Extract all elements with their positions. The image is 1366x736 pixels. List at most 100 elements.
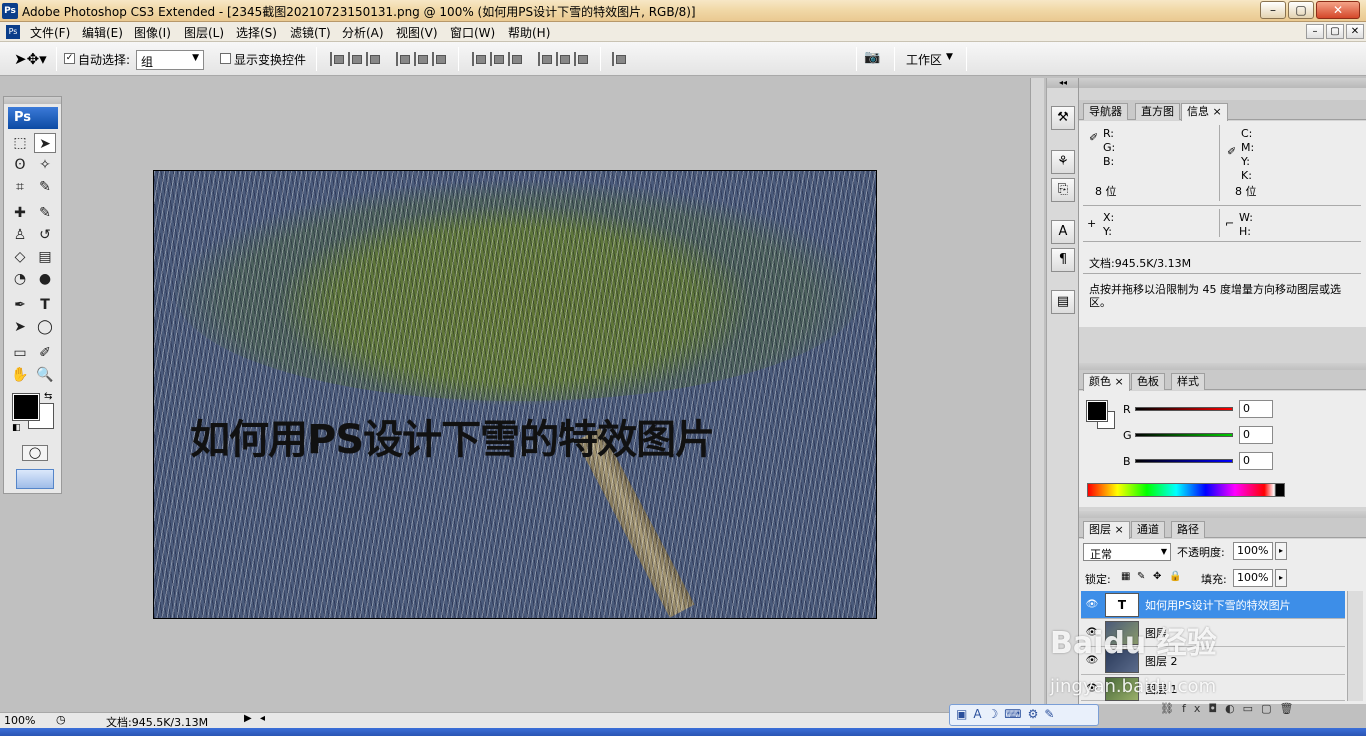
new-layer-icon[interactable]: ▢: [1261, 702, 1279, 715]
shape-tool-icon[interactable]: ◯: [34, 317, 56, 337]
opacity-input[interactable]: 100%: [1233, 542, 1273, 560]
align-left-icon[interactable]: [396, 52, 410, 66]
lock-pixels-icon[interactable]: ✎: [1137, 571, 1145, 582]
foreground-color-swatch[interactable]: [1086, 400, 1108, 422]
path-select-tool-icon[interactable]: ➤: [9, 317, 31, 337]
add-mask-icon[interactable]: ◘: [1208, 702, 1225, 715]
distribute-right-icon[interactable]: [574, 52, 588, 66]
healing-brush-icon[interactable]: ✚: [9, 203, 31, 223]
tab-histogram[interactable]: 直方图: [1135, 103, 1180, 120]
type-tool-icon[interactable]: T: [34, 295, 56, 315]
brushes-icon[interactable]: ⚘: [1051, 150, 1075, 174]
clone-source-icon[interactable]: ⎘: [1051, 178, 1075, 202]
trash-icon[interactable]: 🗑: [1279, 702, 1301, 715]
close-icon[interactable]: ×: [1115, 375, 1124, 388]
gradient-tool-icon[interactable]: ▤: [34, 247, 56, 267]
notes-tool-icon[interactable]: ▭: [9, 343, 31, 363]
dodge-tool-icon[interactable]: ●: [34, 269, 56, 289]
paragraph-icon[interactable]: ¶: [1051, 248, 1075, 272]
red-slider[interactable]: [1135, 407, 1233, 411]
quick-mask-icon[interactable]: ◯: [22, 445, 48, 461]
move-tool-preset-icon[interactable]: ➤✥▾: [14, 50, 47, 68]
magic-wand-tool-icon[interactable]: ✧: [34, 155, 56, 175]
bridge-icon[interactable]: 📷: [864, 50, 886, 68]
red-value-input[interactable]: 0: [1239, 400, 1273, 418]
lock-position-icon[interactable]: ✥: [1153, 571, 1161, 582]
lock-transparency-icon[interactable]: ▦: [1121, 571, 1130, 582]
brush-tool-icon[interactable]: ✎: [34, 203, 56, 223]
lasso-tool-icon[interactable]: ʘ: [9, 155, 31, 175]
close-button[interactable]: ✕: [1316, 1, 1360, 19]
document-icon[interactable]: Ps: [6, 25, 20, 39]
tab-info[interactable]: 信息 ×: [1181, 103, 1228, 121]
green-slider[interactable]: [1135, 433, 1233, 437]
clone-stamp-icon[interactable]: ♙: [9, 225, 31, 245]
marquee-tool-icon[interactable]: ⬚: [9, 133, 31, 153]
character-icon[interactable]: A: [1051, 220, 1075, 244]
dock-scroll-strip[interactable]: [1030, 78, 1044, 704]
opacity-arrow-icon[interactable]: ▸: [1275, 542, 1287, 560]
maximize-button[interactable]: ▢: [1288, 1, 1314, 19]
eraser-tool-icon[interactable]: ◇: [9, 247, 31, 267]
menu-window[interactable]: 窗口(W): [450, 24, 495, 41]
distribute-top-icon[interactable]: [472, 52, 486, 66]
panel-dock-header[interactable]: [1079, 78, 1366, 88]
collapse-icon[interactable]: ◂◂: [1047, 78, 1079, 88]
zoom-level[interactable]: 100%: [4, 714, 35, 727]
tab-color[interactable]: 颜色 ×: [1083, 373, 1130, 391]
toolbox-grip[interactable]: [4, 97, 61, 104]
fill-input[interactable]: 100%: [1233, 569, 1273, 587]
screen-mode-icon[interactable]: [16, 469, 54, 489]
align-right-icon[interactable]: [432, 52, 446, 66]
doc-close-button[interactable]: ✕: [1346, 24, 1364, 39]
blue-slider[interactable]: [1135, 459, 1233, 463]
history-brush-icon[interactable]: ↺: [34, 225, 56, 245]
tab-channels[interactable]: 通道: [1131, 521, 1165, 538]
hand-tool-icon[interactable]: ✋: [9, 365, 31, 385]
scroll-left-icon[interactable]: ◂: [260, 713, 265, 724]
blur-tool-icon[interactable]: ◔: [9, 269, 31, 289]
auto-select-checkbox[interactable]: ✓: [64, 53, 75, 64]
move-tool-icon[interactable]: ➤: [34, 133, 56, 153]
layers-scrollbar[interactable]: [1347, 591, 1363, 701]
ime-toolbar[interactable]: ▣A☽⌨⚙✎: [949, 704, 1099, 726]
workspace-menu[interactable]: 工作区: [906, 51, 942, 68]
menu-help[interactable]: 帮助(H): [508, 24, 550, 41]
fill-arrow-icon[interactable]: ▸: [1275, 569, 1287, 587]
eye-icon[interactable]: 👁: [1085, 599, 1099, 610]
tab-paths[interactable]: 路径: [1171, 521, 1205, 538]
distribute-bottom-icon[interactable]: [508, 52, 522, 66]
menu-view[interactable]: 视图(V): [396, 24, 438, 41]
lock-all-icon[interactable]: 🔒: [1169, 571, 1181, 582]
tool-presets-icon[interactable]: ⚒: [1051, 106, 1075, 130]
align-vcenter-icon[interactable]: [348, 52, 362, 66]
new-group-icon[interactable]: ▭: [1243, 702, 1261, 715]
layer-row[interactable]: 👁 T 如何用PS设计下雪的特效图片: [1081, 591, 1345, 619]
distribute-left-icon[interactable]: [538, 52, 552, 66]
layer-style-icon[interactable]: fx: [1182, 702, 1208, 715]
default-colors-icon[interactable]: ◧: [12, 423, 21, 433]
green-value-input[interactable]: 0: [1239, 426, 1273, 444]
swap-colors-icon[interactable]: ⇆: [44, 391, 52, 402]
distribute-hcenter-icon[interactable]: [556, 52, 570, 66]
slice-tool-icon[interactable]: ✎: [34, 177, 56, 197]
doc-minimize-button[interactable]: –: [1306, 24, 1324, 39]
menu-file[interactable]: 文件(F): [30, 24, 70, 41]
menu-filter[interactable]: 滤镜(T): [290, 24, 331, 41]
color-spectrum-bar[interactable]: [1087, 483, 1285, 497]
close-icon[interactable]: ×: [1115, 523, 1124, 536]
foreground-color-swatch[interactable]: [12, 393, 40, 421]
minimize-button[interactable]: –: [1260, 1, 1286, 19]
menu-layer[interactable]: 图层(L): [184, 24, 224, 41]
auto-select-dropdown[interactable]: 组 ▼: [136, 50, 204, 70]
tab-navigator[interactable]: 导航器: [1083, 103, 1128, 120]
blue-value-input[interactable]: 0: [1239, 452, 1273, 470]
menu-analysis[interactable]: 分析(A): [342, 24, 384, 41]
align-top-icon[interactable]: [330, 52, 344, 66]
layer-comps-icon[interactable]: ▤: [1051, 290, 1075, 314]
status-icon[interactable]: ◷: [56, 713, 66, 726]
show-transform-checkbox[interactable]: [220, 53, 231, 64]
distribute-vcenter-icon[interactable]: [490, 52, 504, 66]
tab-styles[interactable]: 样式: [1171, 373, 1205, 390]
tab-swatches[interactable]: 色板: [1131, 373, 1165, 390]
